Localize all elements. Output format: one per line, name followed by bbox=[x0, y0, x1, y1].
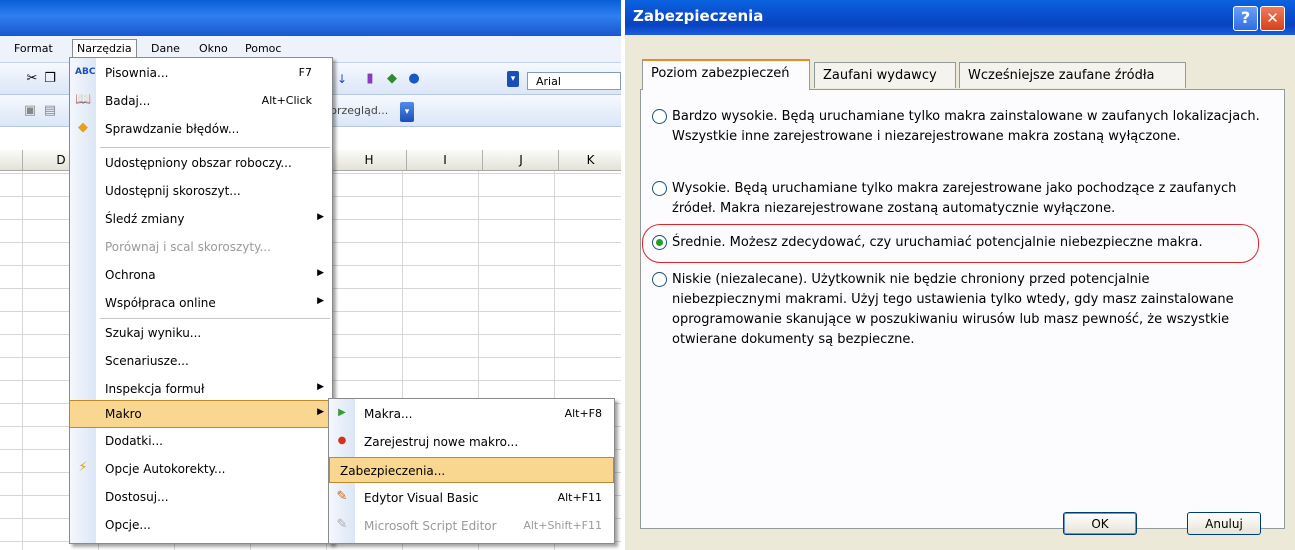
help-button[interactable]: ? bbox=[1233, 6, 1258, 31]
submenu-arrow-icon: ▶ bbox=[317, 212, 324, 222]
menu-okno[interactable]: Okno bbox=[199, 42, 228, 55]
menu-item-opcje[interactable]: Opcje... bbox=[70, 512, 332, 538]
radio-niskie[interactable] bbox=[652, 272, 667, 287]
highlight-annotation bbox=[642, 224, 1259, 263]
menu-item-pisownia[interactable]: ABC Pisownia... F7 bbox=[70, 60, 332, 86]
ok-button[interactable]: OK bbox=[1063, 512, 1137, 535]
tab-poziom-zabezpieczen[interactable]: Poziom zabezpieczeń bbox=[642, 59, 810, 90]
menu-item-sledz-zmiany[interactable]: Śledź zmiany ▶ bbox=[70, 206, 332, 232]
menu-item-scenariusze[interactable]: Scenariusze... bbox=[70, 348, 332, 374]
menu-item-makro[interactable]: Makro ▶ bbox=[70, 400, 332, 428]
help-circle-icon[interactable]: ● bbox=[406, 71, 422, 87]
research-icon: 📖 bbox=[75, 92, 92, 107]
tab-zaufani-wydawcy[interactable]: Zaufani wydawcy bbox=[814, 62, 956, 88]
menu-item-szukaj-wyniku[interactable]: Szukaj wyniku... bbox=[70, 320, 332, 346]
copy-icon[interactable]: ❐ bbox=[42, 71, 58, 87]
submenu-arrow-icon: ▶ bbox=[317, 296, 324, 306]
menu-item-script-editor: ✎ Microsoft Script Editor Alt+Shift+F11 bbox=[329, 513, 614, 539]
font-name-box[interactable]: Arial bbox=[527, 72, 621, 90]
menu-item-inspekcja-formul[interactable]: Inspekcja formuł ▶ bbox=[70, 376, 332, 402]
spelling-icon: ABC bbox=[75, 67, 96, 77]
menu-item-porownaj-scal: Porównaj i scal skoroszyty... bbox=[105, 240, 271, 254]
macro-submenu: ▶ Makra... Alt+F8 ● Zarejestruj nowe mak… bbox=[328, 398, 615, 544]
close-button[interactable]: ✕ bbox=[1260, 6, 1285, 31]
submenu-arrow-icon: ▶ bbox=[317, 268, 324, 278]
error-check-icon: ◆ bbox=[78, 120, 88, 135]
menu-separator bbox=[100, 147, 330, 148]
tab-wczesniejsze-zrodla[interactable]: Wcześniejsze zaufane źródła bbox=[959, 62, 1186, 88]
review-preview-text[interactable]: przegląd... bbox=[330, 102, 400, 120]
menu-item-ochrona[interactable]: Ochrona ▶ bbox=[70, 262, 332, 288]
option-bardzo-wysokie[interactable]: Bardzo wysokie. Będą uruchamiane tylko m… bbox=[652, 107, 1262, 147]
review-icon-2[interactable]: ▤ bbox=[42, 103, 58, 119]
column-header-h[interactable]: H bbox=[330, 150, 407, 170]
security-dialog: Zabezpieczenia ? ✕ Poziom zabezpieczeń Z… bbox=[625, 0, 1295, 550]
menu-item-sprawdzanie-bledow[interactable]: ◆ Sprawdzanie błędów... bbox=[70, 116, 332, 142]
menu-item-wspolpraca-online[interactable]: Współpraca online ▶ bbox=[70, 290, 332, 316]
sort-az-icon[interactable]: ↓ bbox=[334, 71, 350, 87]
menu-format[interactable]: Format bbox=[14, 42, 53, 55]
record-icon: ● bbox=[337, 435, 347, 446]
option-niskie[interactable]: Niskie (niezalecane). Użytkownik nie będ… bbox=[652, 270, 1262, 350]
chart-wizard-icon[interactable]: ▮ bbox=[362, 71, 378, 87]
drawing-icon[interactable]: ◆ bbox=[384, 71, 400, 87]
menu-narzedzia[interactable]: Narzędzia bbox=[72, 39, 137, 57]
submenu-arrow-icon: ▶ bbox=[317, 382, 324, 392]
column-header-i[interactable]: I bbox=[406, 150, 483, 170]
option-wysokie[interactable]: Wysokie. Będą uruchamiane tylko makra za… bbox=[652, 179, 1262, 219]
cancel-button[interactable]: Anuluj bbox=[1187, 512, 1261, 535]
submenu-arrow-icon: ▶ bbox=[317, 407, 324, 417]
review-options-icon[interactable]: ▾ bbox=[400, 102, 414, 122]
menu-item-makra[interactable]: ▶ Makra... Alt+F8 bbox=[329, 401, 614, 427]
menu-item-edytor-vb[interactable]: ✎ Edytor Visual Basic Alt+F11 bbox=[329, 485, 614, 511]
cut-icon[interactable]: ✂ bbox=[24, 71, 40, 87]
menu-item-dodatki[interactable]: Dodatki... bbox=[70, 428, 332, 454]
review-icon-1[interactable]: ▣ bbox=[22, 103, 38, 119]
menu-item-obszar-roboczy[interactable]: Udostępniony obszar roboczy... bbox=[70, 150, 332, 176]
tools-menu: ABC Pisownia... F7 📖 Badaj... Alt+Click … bbox=[69, 57, 333, 544]
menu-dane[interactable]: Dane bbox=[151, 42, 180, 55]
menu-item-udostepnij-skoroszyt[interactable]: Udostępnij skoroszyt... bbox=[70, 178, 332, 204]
column-header-k[interactable]: K bbox=[558, 150, 621, 170]
excel-window: Format Narzędzia Dane Okno Pomoc ✂ ❐ ↓ ▮… bbox=[0, 0, 621, 550]
script-editor-icon: ✎ bbox=[336, 517, 348, 532]
vb-editor-icon: ✎ bbox=[336, 489, 348, 504]
toolbar-options-icon[interactable]: ▾ bbox=[507, 71, 519, 87]
menu-item-dostosuj[interactable]: Dostosuj... bbox=[70, 484, 332, 510]
menu-pomoc[interactable]: Pomoc bbox=[245, 42, 281, 55]
excel-title-bar bbox=[0, 0, 621, 36]
dialog-title: Zabezpieczenia bbox=[633, 7, 764, 25]
menu-separator bbox=[100, 318, 330, 319]
menu-item-zarejestruj-makro[interactable]: ● Zarejestruj nowe makro... bbox=[329, 429, 614, 455]
radio-wysokie[interactable] bbox=[652, 181, 667, 196]
menu-item-zabezpieczenia[interactable]: Zabezpieczenia... bbox=[329, 457, 614, 483]
menu-item-opcje-autokorekty[interactable]: ⚡ Opcje Autokorekty... bbox=[70, 456, 332, 482]
menu-item-badaj[interactable]: 📖 Badaj... Alt+Click bbox=[70, 88, 332, 114]
radio-bardzo-wysokie[interactable] bbox=[652, 109, 667, 124]
play-icon: ▶ bbox=[338, 407, 346, 418]
column-header-j[interactable]: J bbox=[482, 150, 559, 170]
autocorrect-icon: ⚡ bbox=[78, 460, 88, 475]
